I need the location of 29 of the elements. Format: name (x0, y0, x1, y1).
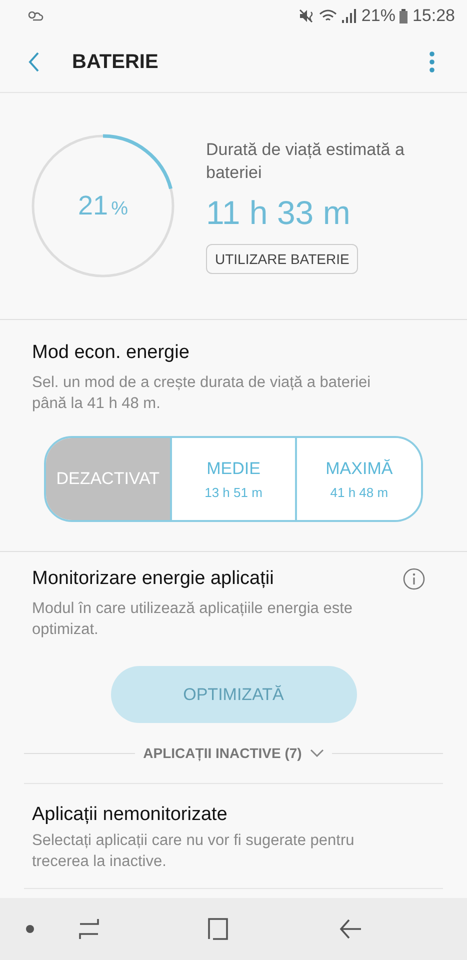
section-title: Mod econ. energie (32, 342, 190, 364)
section-title: Monitorizare energie aplicații (32, 568, 274, 590)
info-icon[interactable] (403, 568, 425, 590)
battery-icon (399, 8, 408, 24)
screen-title: BATERIE (72, 50, 160, 74)
home-button[interactable] (208, 918, 230, 940)
chevron-down-icon (310, 749, 324, 757)
recents-button[interactable] (78, 918, 100, 940)
battery-usage-button[interactable]: UTILIZARE BATERIE (206, 244, 358, 274)
battery-percent: 21% (361, 6, 396, 26)
battery-percentage: 21% (78, 190, 128, 222)
dot-icon (26, 925, 34, 933)
weather-icon (26, 9, 44, 23)
section-description: Modul în care utilizează aplicațiile energia este optimizat. (32, 599, 354, 640)
wifi-icon (319, 9, 338, 23)
setting-title[interactable]: Aplicații nemonitorizate (32, 804, 435, 826)
section-description: Sel. un mod de a crește durata de viață a bateriei până la 41 h 48 m. (32, 373, 372, 414)
mode-option[interactable]: MEDIE 13 h 51 m (170, 438, 296, 520)
more-icon (429, 51, 435, 73)
mode-option[interactable]: MAXIMĂ 41 h 48 m (295, 438, 421, 520)
estimate-label: Durată de viață estimată a bateriei (206, 139, 406, 184)
back-nav-button[interactable] (338, 918, 363, 940)
setting-description: Selectați aplicații care nu vor fi sugerate pentru trecerea la inactive. (32, 831, 356, 872)
signal-icon (341, 9, 358, 23)
clock: 15:28 (412, 6, 455, 26)
mode-option[interactable]: DEZACTIVAT (46, 438, 170, 520)
estimated-time: 11 h 33 m (206, 194, 350, 232)
back-icon (28, 51, 40, 73)
mute-icon (299, 9, 316, 23)
